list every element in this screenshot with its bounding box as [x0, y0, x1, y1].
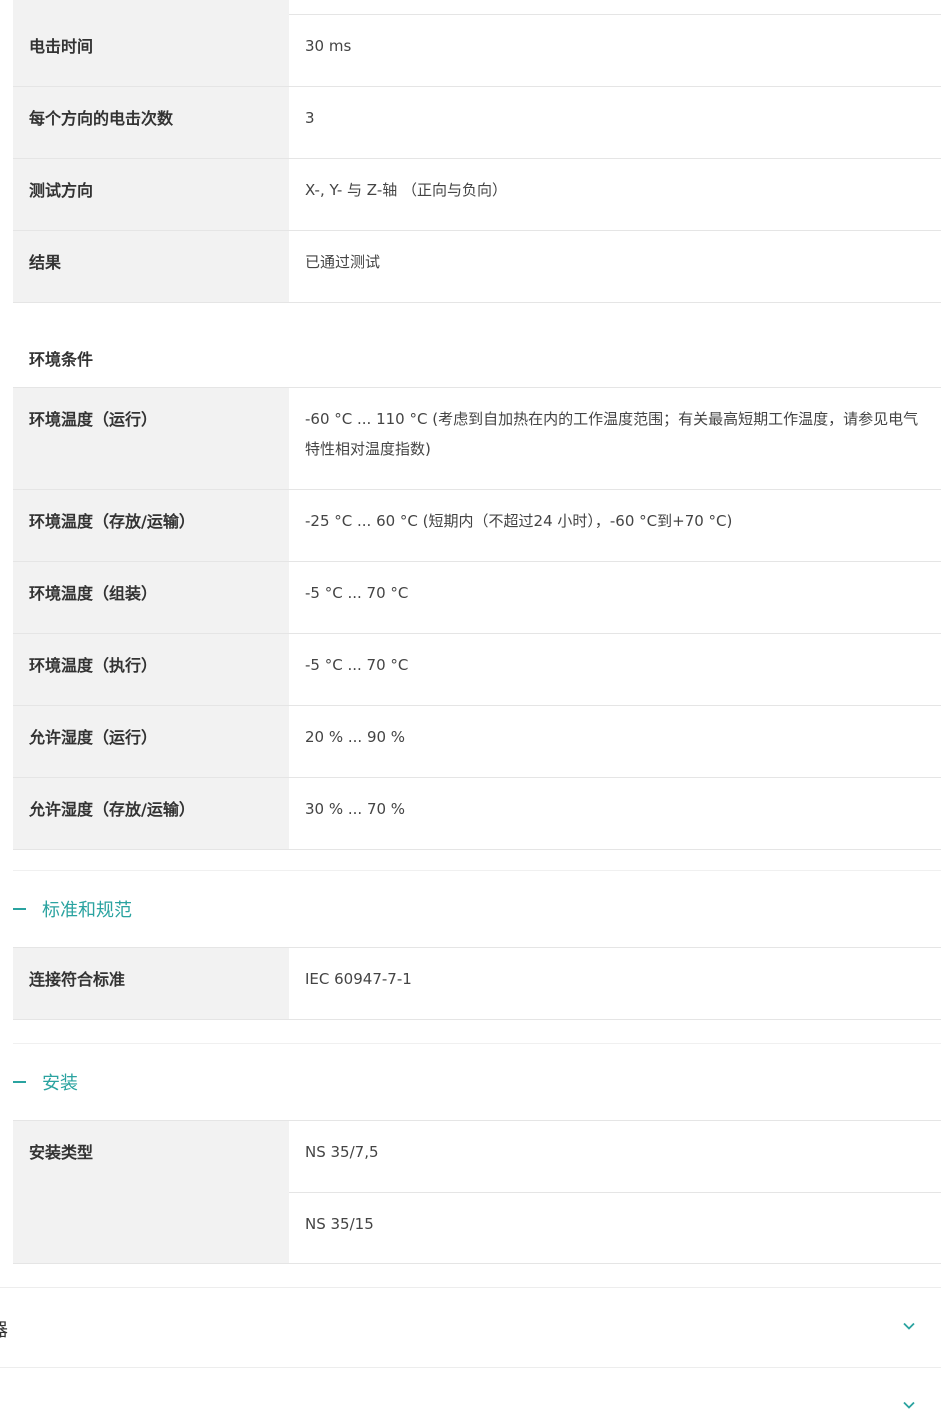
table-row: 安装类型 NS 35/7,5 NS 35/15: [13, 1121, 941, 1264]
row-label: 每个方向的电击次数: [13, 87, 289, 158]
table-row: 电击时间 30 ms: [13, 15, 941, 87]
row-label: 结果: [13, 231, 289, 302]
row-value: -5 °C ... 70 °C: [305, 584, 409, 602]
row-value: 3: [305, 109, 315, 127]
accordion-collapsed-section[interactable]: [0, 1367, 941, 1421]
minus-icon: [13, 1081, 26, 1083]
product-specs-page: 电击时间 30 ms 每个方向的电击次数 3 测试方向 X-, Y- 与 Z-轴…: [0, 0, 941, 1421]
row-value: -60 °C ... 110 °C (考虑到自加热在内的工作温度范围；有关最高短…: [305, 410, 919, 458]
minus-icon: [13, 908, 26, 910]
row-value: IEC 60947-7-1: [305, 970, 412, 988]
row-value: -25 °C ... 60 °C (短期内（不超过24 小时），-60 °C到+…: [305, 512, 733, 530]
section-title: 标准和规范: [42, 900, 132, 921]
accordion-collapsed-section[interactable]: 器: [0, 1287, 941, 1367]
env-conditions-heading: 环境条件: [29, 350, 94, 369]
row-values: NS 35/7,5 NS 35/15: [289, 1121, 941, 1263]
section-header-standards[interactable]: 标准和规范: [13, 870, 941, 947]
row-label: 环境温度（存放/运输）: [13, 490, 289, 561]
table-row: 结果 已通过测试: [13, 231, 941, 303]
table-row: 允许湿度（运行） 20 % ... 90 %: [13, 706, 941, 778]
section-header-mounting[interactable]: 安装: [13, 1043, 941, 1120]
chevron-down-icon: [903, 1401, 915, 1409]
section-title: 安装: [42, 1073, 78, 1094]
table-row-fragment: [289, 0, 941, 15]
table-row: 允许湿度（存放/运输） 30 % ... 70 %: [13, 778, 941, 850]
table-row-fragment-label: [13, 0, 289, 15]
row-label: 允许湿度（运行）: [13, 706, 289, 777]
row-label: 允许湿度（存放/运输）: [13, 778, 289, 849]
row-value: NS 35/7,5: [305, 1143, 379, 1161]
row-label: 安装类型: [13, 1121, 289, 1263]
table-row: 环境温度（运行） -60 °C ... 110 °C (考虑到自加热在内的工作温…: [13, 388, 941, 490]
standards-table: 连接符合标准 IEC 60947-7-1: [13, 948, 941, 1020]
row-label: 测试方向: [13, 159, 289, 230]
table-row: 连接符合标准 IEC 60947-7-1: [13, 948, 941, 1020]
section-title: 器: [0, 1316, 8, 1342]
row-label: 连接符合标准: [13, 948, 289, 1019]
table-row: 环境温度（组装） -5 °C ... 70 °C: [13, 562, 941, 634]
table-row: 环境温度（存放/运输） -25 °C ... 60 °C (短期内（不超过24 …: [13, 490, 941, 562]
row-label: 电击时间: [13, 15, 289, 86]
row-label: 环境温度（运行）: [13, 388, 289, 489]
chevron-down-icon: [903, 1322, 915, 1330]
row-label: 环境温度（执行）: [13, 634, 289, 705]
env-conditions-table: 环境温度（运行） -60 °C ... 110 °C (考虑到自加热在内的工作温…: [13, 388, 941, 850]
shock-test-table: 电击时间 30 ms 每个方向的电击次数 3 测试方向 X-, Y- 与 Z-轴…: [13, 15, 941, 303]
row-label: 环境温度（组装）: [13, 562, 289, 633]
row-value: -5 °C ... 70 °C: [305, 656, 409, 674]
row-value: 30 ms: [305, 37, 352, 55]
row-value: 已通过测试: [305, 253, 381, 271]
mounting-table: 安装类型 NS 35/7,5 NS 35/15: [13, 1121, 941, 1264]
row-value: 30 % ... 70 %: [305, 800, 406, 818]
table-row: 测试方向 X-, Y- 与 Z-轴 （正向与负向）: [13, 159, 941, 231]
row-value: 20 % ... 90 %: [305, 728, 406, 746]
row-value: NS 35/15: [289, 1192, 941, 1263]
row-value: X-, Y- 与 Z-轴 （正向与负向）: [305, 181, 508, 199]
table-row: 环境温度（执行） -5 °C ... 70 °C: [13, 634, 941, 706]
table-row: 每个方向的电击次数 3: [13, 87, 941, 159]
